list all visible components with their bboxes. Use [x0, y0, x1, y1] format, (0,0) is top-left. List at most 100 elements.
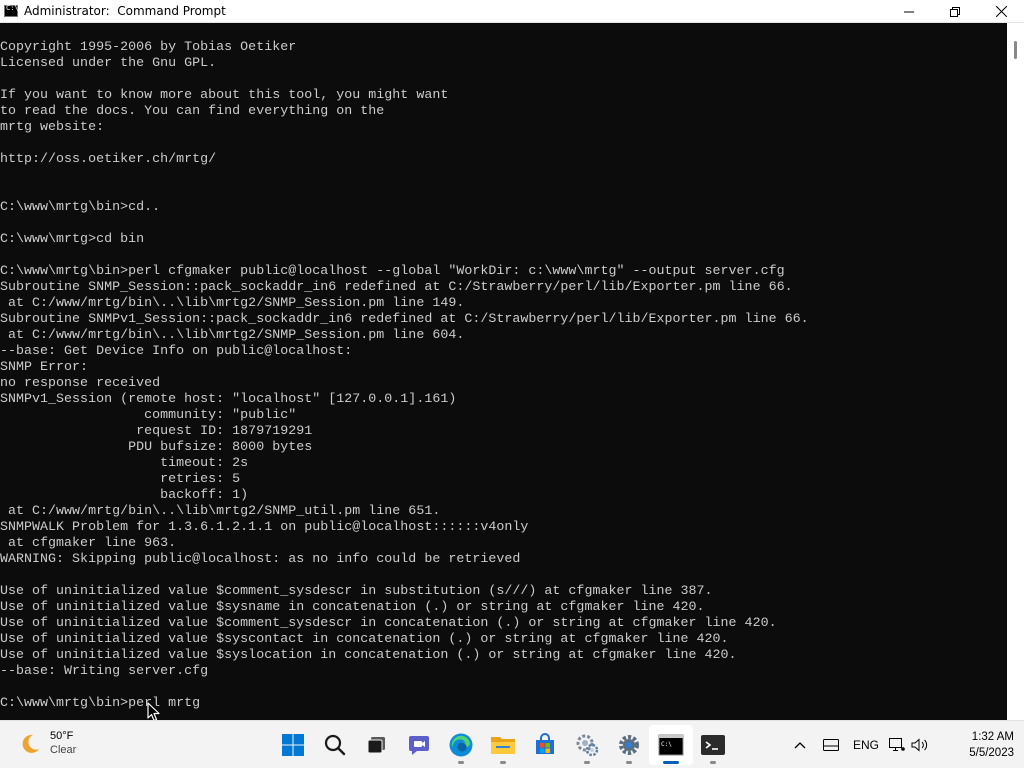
- console-line: Use of uninitialized value $comment_sysd…: [0, 615, 777, 630]
- console-line: Use of uninitialized value $syscontact i…: [0, 631, 729, 646]
- console-line: mrtg website:: [0, 119, 105, 134]
- control-panel-icon: [576, 734, 599, 757]
- console-line: community: "public": [0, 407, 297, 422]
- close-button[interactable]: [978, 0, 1024, 23]
- console-line: to read the docs. You can find everythin…: [0, 103, 385, 118]
- console-line: Subroutine SNMPv1_Session::pack_sockaddr…: [0, 311, 809, 326]
- file-explorer-taskbar-button[interactable]: [481, 725, 525, 765]
- console-line: Use of uninitialized value $syslocation …: [0, 647, 737, 662]
- keyboard-icon: [823, 739, 839, 751]
- network-icon: [889, 738, 905, 751]
- console-text: Copyright 1995-2006 by Tobias Oetiker Lic…: [0, 23, 1007, 711]
- console-line: at C:/www/mrtg/bin\..\lib\mrtg2/SNMP_Ses…: [0, 327, 465, 342]
- mouse-pointer-icon: [147, 702, 160, 722]
- control-panel-taskbar-button[interactable]: [565, 725, 609, 765]
- console-line: no response received: [0, 375, 161, 390]
- weather-widget[interactable]: 50°F Clear: [18, 729, 76, 758]
- scrollbar-thumb[interactable]: [1014, 41, 1017, 59]
- svg-text:C:\: C:\: [661, 741, 672, 748]
- start-button[interactable]: [271, 725, 315, 765]
- console-line: timeout: 2s: [0, 455, 249, 470]
- window-title: Administrator: Command Prompt: [24, 4, 226, 18]
- console-line: SNMPv1_Session (remote host: "localhost"…: [0, 391, 457, 406]
- search-icon: [324, 734, 346, 756]
- language-indicator[interactable]: ENG: [846, 721, 886, 768]
- console-line: at C:/www/mrtg/bin\..\lib\mrtg2/SNMP_uti…: [0, 503, 441, 518]
- system-tray: ENG: [784, 721, 932, 768]
- active-indicator: [663, 761, 679, 764]
- console-line: If you want to know more about this tool…: [0, 87, 449, 102]
- vertical-scrollbar[interactable]: [1007, 23, 1024, 720]
- running-indicator: [626, 761, 632, 764]
- edge-taskbar-button[interactable]: [439, 725, 483, 765]
- speaker-icon: [911, 738, 928, 752]
- minimize-icon: [904, 11, 914, 12]
- task-view-button[interactable]: [355, 725, 399, 765]
- store-icon: [536, 733, 554, 754]
- console-line: backoff: 1): [0, 487, 249, 502]
- running-indicator: [458, 761, 464, 764]
- minimize-button[interactable]: [886, 0, 932, 23]
- console-line: --base: Get Device Info on public@localh…: [0, 343, 353, 358]
- taskbar: 50°F Clear C:\ ENG 1:32 AM 5/5/2023: [0, 720, 1024, 768]
- command-prompt-icon: C:\: [658, 734, 684, 756]
- tray-device-button[interactable]: [816, 721, 846, 768]
- search-button[interactable]: [313, 725, 357, 765]
- console-line: PDU bufsize: 8000 bytes: [0, 439, 313, 454]
- restore-icon: [950, 6, 960, 17]
- console-line: request ID: 1879719291: [0, 423, 313, 438]
- show-hidden-icons-button[interactable]: [784, 721, 816, 768]
- console-line: retries: 5: [0, 471, 241, 486]
- store-taskbar-button[interactable]: [523, 725, 567, 765]
- weather-description: Clear: [50, 744, 77, 756]
- running-indicator: [710, 761, 716, 764]
- console-line: Licensed under the Gnu GPL.: [0, 55, 217, 70]
- running-indicator: [500, 761, 506, 764]
- running-indicator: [584, 761, 590, 764]
- command-prompt-app-icon[interactable]: [4, 4, 19, 17]
- console-output-area[interactable]: Copyright 1995-2006 by Tobias Oetiker Lic…: [0, 23, 1007, 720]
- windows-logo-icon: [282, 734, 304, 756]
- console-line: Use of uninitialized value $comment_sysd…: [0, 583, 713, 598]
- command-prompt-taskbar-button[interactable]: C:\: [649, 725, 693, 765]
- edge-browser-icon: [449, 733, 473, 757]
- console-line: at C:/www/mrtg/bin\..\lib\mrtg2/SNMP_Ses…: [0, 295, 465, 310]
- console-line: C:\www\mrtg\bin>cd..: [0, 199, 161, 214]
- clock-date: 5/5/2023: [969, 747, 1014, 759]
- folder-icon: [491, 737, 515, 754]
- terminal-icon: [701, 735, 725, 755]
- clock[interactable]: 1:32 AM 5/5/2023: [969, 729, 1014, 761]
- task-view-icon: [367, 737, 385, 754]
- console-line: Subroutine SNMP_Session::pack_sockaddr_i…: [0, 279, 793, 294]
- clock-time: 1:32 AM: [971, 731, 1014, 743]
- console-line: C:\www\mrtg\bin>perl cfgmaker public@loc…: [0, 263, 785, 278]
- volume-button[interactable]: [908, 721, 932, 768]
- console-line: SNMPWALK Problem for 1.3.6.1.2.1.1 on pu…: [0, 519, 529, 534]
- window-controls: [886, 0, 1024, 23]
- terminal-taskbar-button[interactable]: [691, 725, 735, 765]
- maximize-button[interactable]: [932, 0, 978, 23]
- settings-taskbar-button[interactable]: [607, 725, 651, 765]
- title-bar[interactable]: Administrator: Command Prompt: [0, 0, 1024, 23]
- chat-button[interactable]: [397, 725, 441, 765]
- close-icon: [995, 6, 1007, 17]
- chevron-up-icon: [794, 742, 806, 749]
- console-line: at cfgmaker line 963.: [0, 535, 177, 550]
- gear-icon: [619, 735, 639, 755]
- weather-temperature: 50°F: [50, 730, 74, 742]
- taskbar-apps: C:\: [272, 721, 734, 768]
- console-line: http://oss.oetiker.ch/mrtg/: [0, 151, 217, 166]
- console-line: C:\www\mrtg>cd bin: [0, 231, 145, 246]
- console-line: Use of uninitialized value $sysname in c…: [0, 599, 705, 614]
- network-button[interactable]: [886, 721, 908, 768]
- moon-icon: [22, 734, 39, 753]
- console-line: Copyright 1995-2006 by Tobias Oetiker: [0, 39, 297, 54]
